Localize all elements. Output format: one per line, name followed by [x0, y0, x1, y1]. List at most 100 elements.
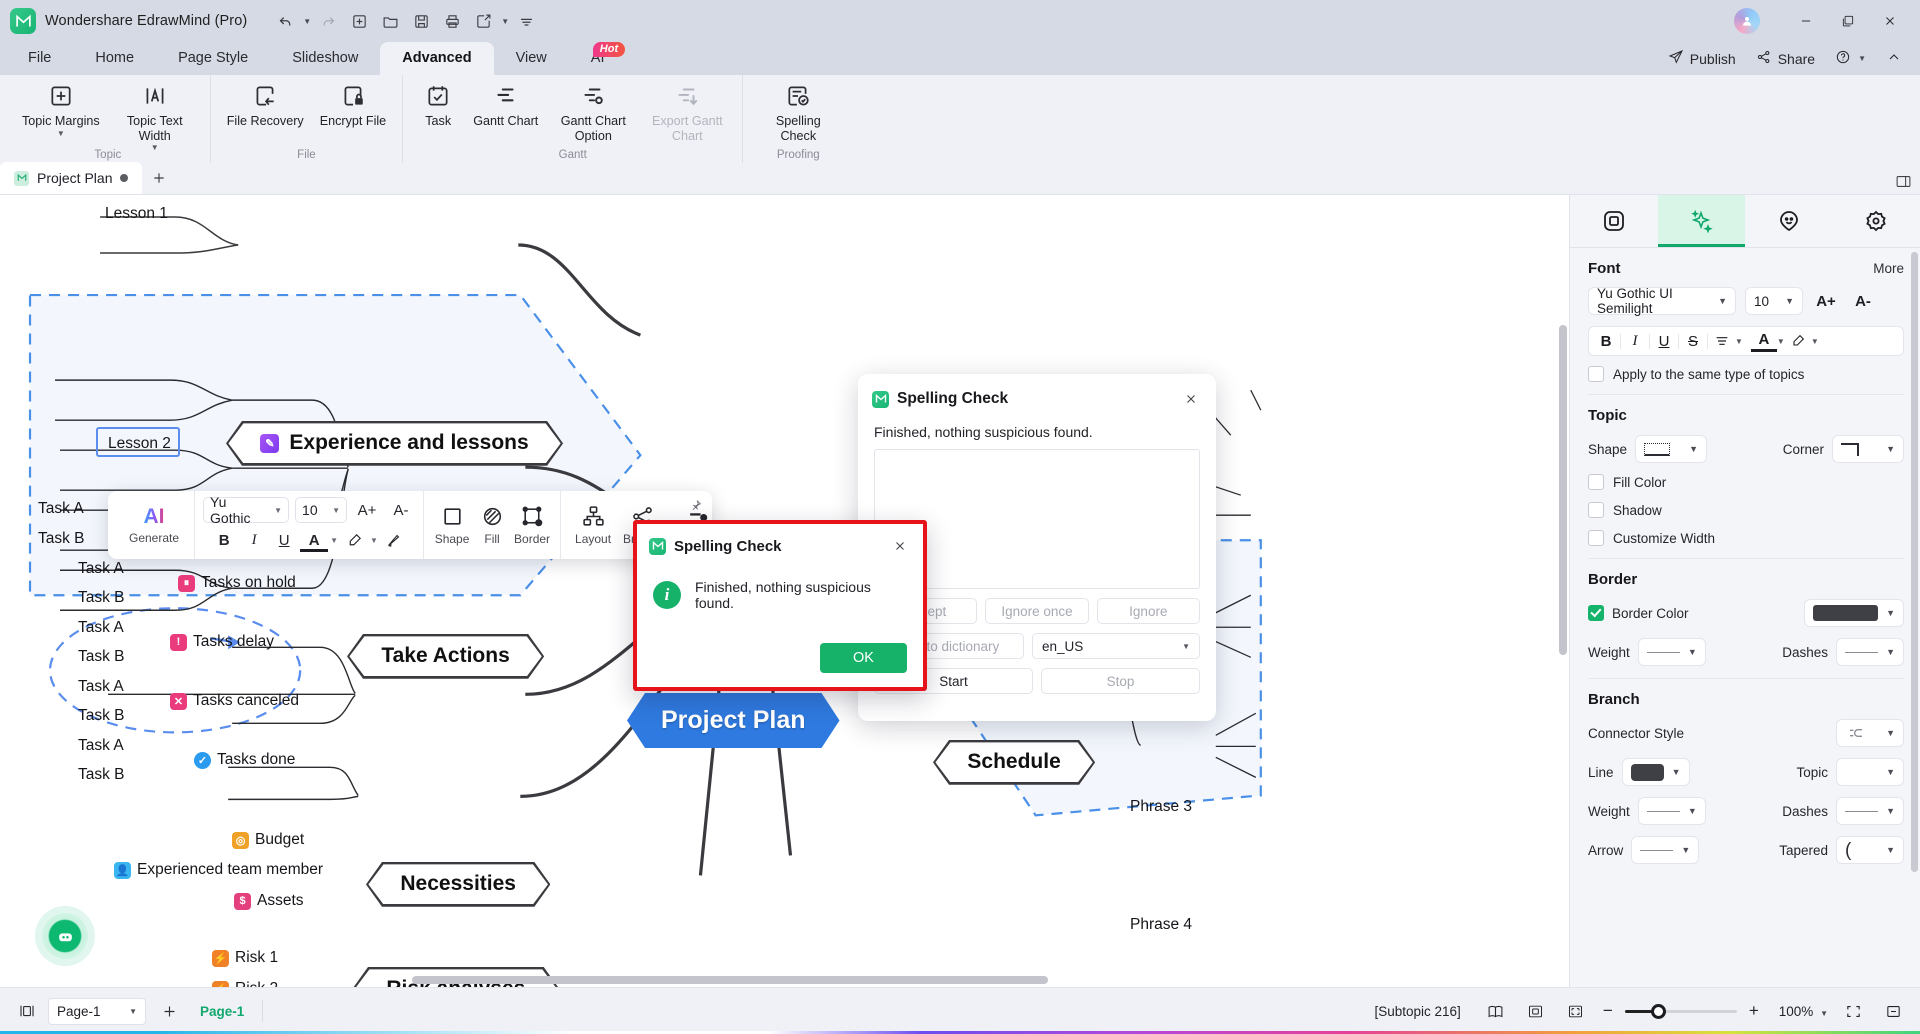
document-tab-project-plan[interactable]: Project Plan	[0, 162, 143, 194]
subtopic-task-b-1[interactable]: Task B	[78, 589, 125, 607]
topic-lesson-2[interactable]: Lesson 2	[108, 435, 171, 453]
subtopic-task-b-2[interactable]: Task B	[78, 648, 125, 666]
zoom-slider-handle[interactable]	[1650, 1003, 1666, 1019]
italic-button[interactable]: I	[1622, 328, 1648, 354]
redo-icon[interactable]	[314, 7, 342, 35]
fullscreen-icon[interactable]	[1838, 997, 1868, 1025]
ignore-once-button[interactable]: Ignore once	[985, 598, 1089, 624]
font-family-select[interactable]: Yu Gothic UI Semilight ▼	[1588, 286, 1736, 316]
align-dropdown-icon[interactable]: ▼	[1735, 337, 1743, 346]
border-color-select[interactable]: ▼	[1804, 599, 1904, 627]
topic-take-actions[interactable]: Take Actions	[347, 634, 544, 679]
border-dashes-select[interactable]: ▼	[1836, 638, 1904, 666]
border-color-checkbox[interactable]	[1588, 605, 1604, 621]
menu-item-file[interactable]: File	[6, 42, 73, 75]
subtopic-task-a-1[interactable]: Task A	[78, 560, 124, 578]
subtopic-task-b-top[interactable]: Task B	[38, 530, 85, 548]
collapse-ribbon-button[interactable]	[1878, 46, 1910, 71]
topic-experienced-team-member[interactable]: 👤 Experienced team member	[114, 861, 323, 879]
decrease-font-size-button[interactable]: A-	[387, 497, 415, 523]
subtopic-task-b-3[interactable]: Task B	[78, 707, 125, 725]
layout-button[interactable]: Layout	[569, 504, 617, 546]
close-icon[interactable]	[1180, 388, 1202, 410]
strikethrough-button[interactable]: S	[1680, 328, 1706, 354]
export-icon[interactable]	[469, 7, 497, 35]
ok-button[interactable]: OK	[820, 643, 907, 673]
branch-dashes-select[interactable]: ▼	[1836, 797, 1904, 825]
menu-item-page-style[interactable]: Page Style	[156, 42, 270, 75]
branch-arrow-select[interactable]: ▼	[1631, 836, 1700, 864]
share-button[interactable]: Share	[1748, 46, 1823, 71]
font-color-button[interactable]: A	[1750, 331, 1777, 352]
topic-necessities[interactable]: Necessities	[366, 862, 550, 907]
page-select[interactable]: Page-1 ▼	[48, 997, 146, 1025]
side-panel-scrollbar[interactable]	[1911, 252, 1918, 872]
tab-emoji[interactable]	[1745, 195, 1833, 247]
fill-color-checkbox[interactable]	[1588, 474, 1604, 490]
shape-select[interactable]: ▼	[1635, 435, 1708, 463]
undo-dropdown-icon[interactable]: ▼	[303, 17, 311, 26]
topic-assets[interactable]: $ Assets	[234, 892, 304, 910]
subtopic-task-a-top[interactable]: Task A	[38, 500, 84, 518]
subtopic-task-a-3[interactable]: Task A	[78, 678, 124, 696]
new-document-tab-button[interactable]	[142, 162, 176, 194]
italic-button[interactable]: I	[240, 527, 268, 553]
open-icon[interactable]	[376, 7, 404, 35]
topic-risk-2[interactable]: ⚡ Risk 2	[212, 980, 278, 987]
menu-item-home[interactable]: Home	[73, 42, 156, 75]
topic-tasks-canceled[interactable]: ✕ Tasks canceled	[170, 692, 299, 710]
minimize-button[interactable]	[1786, 6, 1826, 36]
font-size-select[interactable]: 10 ▼	[1745, 287, 1803, 315]
toggle-side-panel-button[interactable]	[1895, 173, 1912, 190]
branch-topic-select[interactable]: ▼	[1836, 758, 1904, 786]
topic-margins-dropdown-icon[interactable]: ▼	[57, 129, 65, 138]
bold-button[interactable]: B	[210, 527, 238, 553]
increase-font-size-button[interactable]: A+	[1812, 287, 1840, 315]
ai-generate-button[interactable]: AI Generate	[122, 505, 186, 545]
topic-tasks-delay[interactable]: ! Tasks delay	[170, 633, 274, 651]
branch-line-color-select[interactable]: ▼	[1621, 758, 1690, 786]
subtopic-task-b-4[interactable]: Task B	[78, 766, 125, 784]
menu-item-view[interactable]: View	[494, 42, 569, 75]
font-color-dropdown-icon[interactable]: ▼	[330, 536, 338, 545]
highlight-dropdown-icon[interactable]: ▼	[1811, 337, 1819, 346]
mindmap-canvas[interactable]: Lesson 1 Lesson 2 ✎ Experience and lesso…	[0, 195, 1569, 987]
customize-width-checkbox[interactable]	[1588, 530, 1604, 546]
topic-lesson-1[interactable]: Lesson 1	[105, 205, 168, 223]
bold-button[interactable]: B	[1593, 328, 1619, 354]
corner-select[interactable]: ▼	[1832, 435, 1904, 463]
export-dropdown-icon[interactable]: ▼	[501, 17, 509, 26]
topic-center-project-plan[interactable]: Project Plan	[627, 693, 840, 748]
current-page-chip[interactable]: Page-1	[200, 1004, 244, 1019]
font-family-select[interactable]: Yu Gothic ▼	[203, 494, 290, 526]
zoom-in-button[interactable]: +	[1741, 998, 1767, 1024]
help-dropdown-icon[interactable]: ▼	[1858, 54, 1866, 63]
font-size-select[interactable]: 10 ▼	[295, 497, 348, 523]
topic-phrase-3[interactable]: Phrase 3	[1130, 798, 1192, 816]
apply-same-type-checkbox[interactable]	[1588, 366, 1604, 382]
branch-weight-select[interactable]: ▼	[1637, 797, 1706, 825]
print-icon[interactable]	[438, 7, 466, 35]
topic-experience-and-lessons[interactable]: ✎ Experience and lessons	[226, 421, 563, 466]
topic-phrase-4[interactable]: Phrase 4	[1130, 916, 1192, 934]
topic-tasks-on-hold[interactable]: ⏸ Tasks on hold	[178, 574, 296, 592]
font-color-dropdown-icon[interactable]: ▼	[1777, 337, 1785, 346]
subtopic-task-a-2[interactable]: Task A	[78, 619, 124, 637]
tab-ai-sparkle[interactable]	[1657, 195, 1745, 247]
shadow-checkbox[interactable]	[1588, 502, 1604, 518]
font-color-button[interactable]: A	[300, 532, 329, 552]
shadow-row[interactable]: Shadow	[1588, 502, 1904, 518]
ai-assistant-button[interactable]	[42, 913, 88, 959]
menu-item-ai[interactable]: AI Hot	[569, 42, 627, 75]
connector-style-select[interactable]: ▼	[1836, 719, 1904, 747]
close-button[interactable]	[1870, 6, 1910, 36]
publish-button[interactable]: Publish	[1660, 46, 1744, 71]
qat-more-icon[interactable]	[512, 7, 540, 35]
toggle-outline-panel-button[interactable]	[12, 996, 42, 1026]
fill-color-row[interactable]: Fill Color	[1588, 474, 1904, 490]
branch-tapered-select[interactable]: ( ▼	[1836, 836, 1904, 864]
save-icon[interactable]	[407, 7, 435, 35]
pin-toolbar-icon[interactable]	[689, 499, 702, 517]
fit-page-icon[interactable]	[1521, 997, 1551, 1025]
topic-schedule[interactable]: Schedule	[933, 740, 1095, 785]
